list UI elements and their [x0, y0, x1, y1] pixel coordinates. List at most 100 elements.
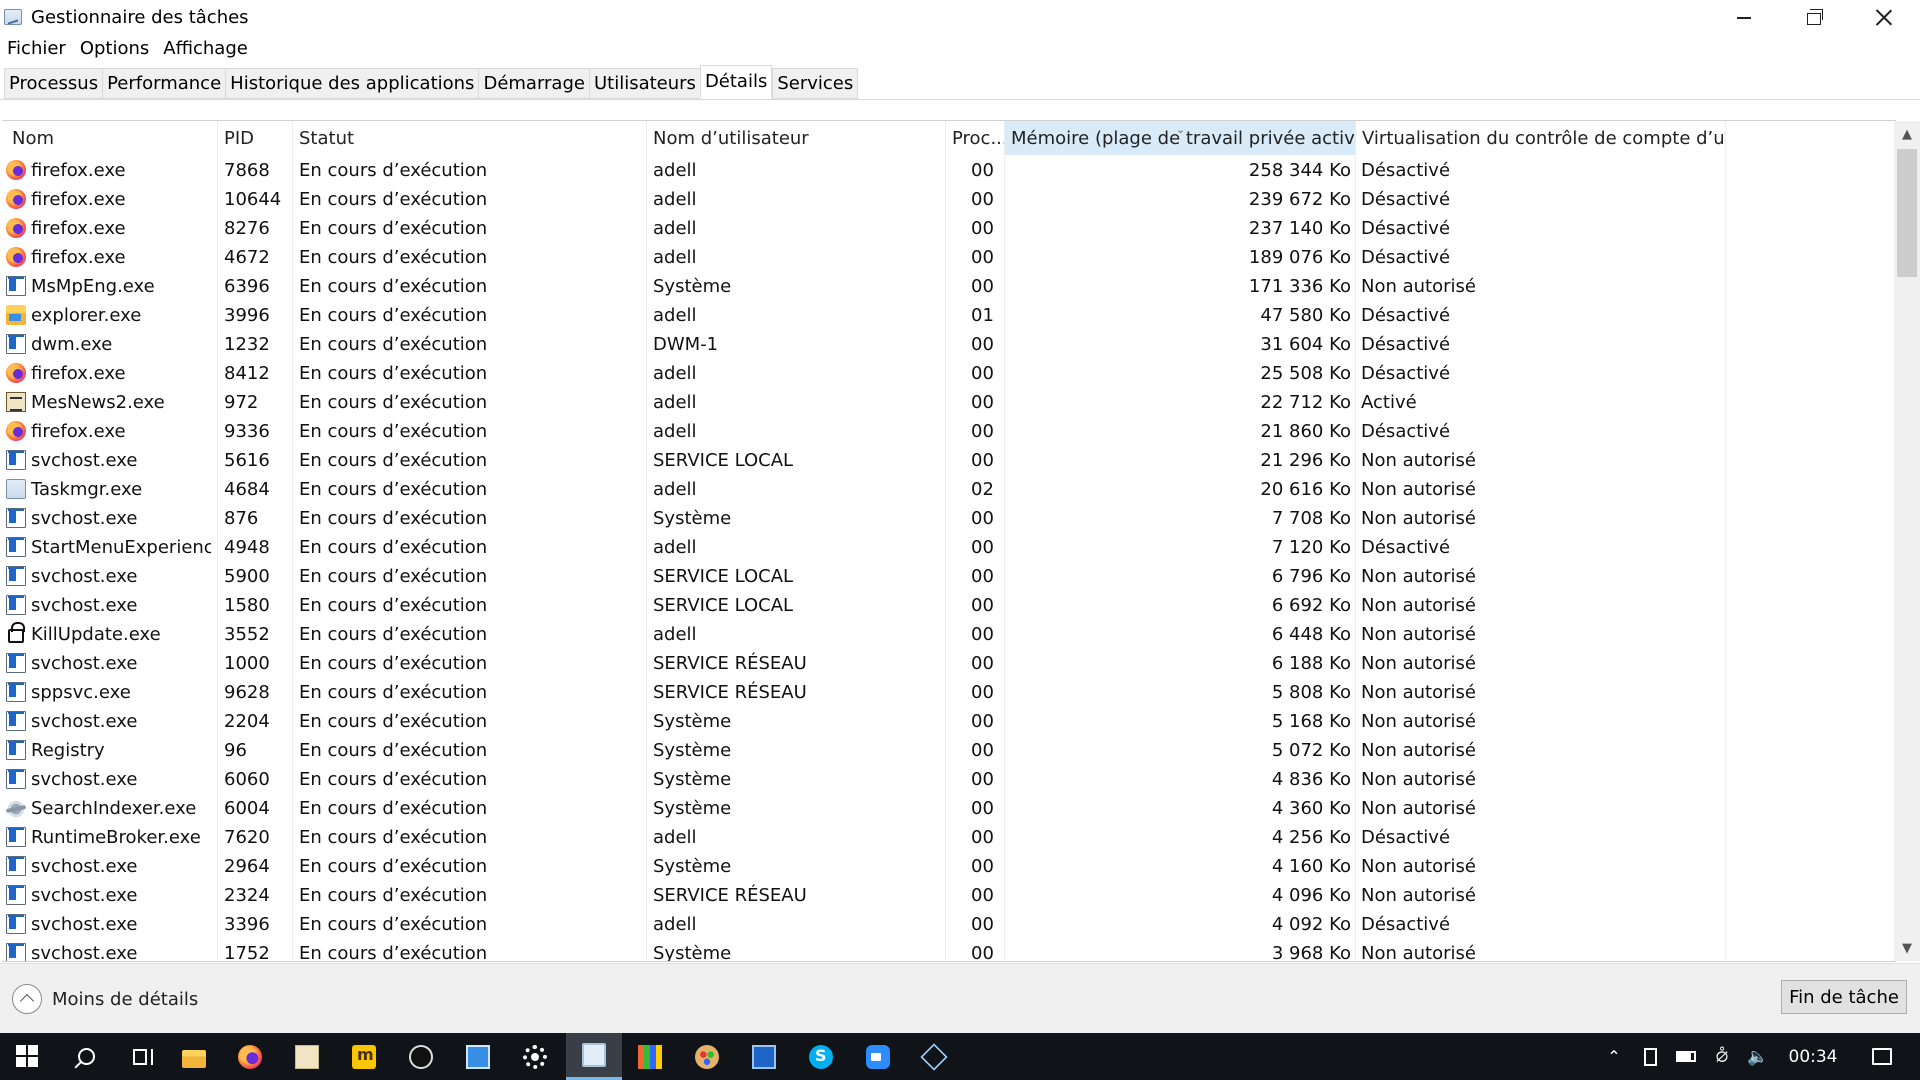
process-cpu: 00	[971, 711, 994, 732]
table-row[interactable]: RuntimeBroker.exe 7620 En cours d’exécutio…	[2, 822, 1896, 851]
table-row[interactable]: StartMenuExperience... 4948 En cours d’exé…	[2, 532, 1896, 561]
table-row[interactable]: firefox.exe 10644 En cours d’exécution adel…	[2, 184, 1896, 213]
taskbar-app-blue[interactable]	[736, 1033, 792, 1080]
taskbar-app-black[interactable]	[393, 1033, 449, 1080]
taskbar-task-manager[interactable]	[566, 1033, 622, 1080]
taskbar-mesnews[interactable]	[279, 1033, 335, 1080]
scroll-up-icon[interactable]: ▲	[1894, 121, 1920, 147]
process-user: adell	[653, 392, 697, 413]
table-row[interactable]: sppsvc.exe 9628 En cours d’exécution SERVIC…	[2, 677, 1896, 706]
process-user: Système	[653, 943, 732, 962]
taskbar-settings[interactable]	[507, 1033, 563, 1080]
process-list: firefox.exe 7868 En cours d’exécution adell…	[2, 155, 1896, 962]
close-button[interactable]	[1849, 0, 1919, 34]
end-task-button[interactable]: Fin de tâche	[1781, 980, 1907, 1014]
column-header-pid[interactable]: PID	[218, 121, 293, 155]
generic-process-icon	[6, 537, 26, 557]
table-row[interactable]: svchost.exe 2324 En cours d’exécution SERVI…	[2, 880, 1896, 909]
table-row[interactable]: svchost.exe 1000 En cours d’exécution SERVI…	[2, 648, 1896, 677]
table-row[interactable]: firefox.exe 8412 En cours d’exécution adell…	[2, 358, 1896, 387]
table-row[interactable]: svchost.exe 6060 En cours d’exécution Systè…	[2, 764, 1896, 793]
process-uac: Non autorisé	[1361, 624, 1476, 645]
taskbar-app-colorful[interactable]	[622, 1033, 678, 1080]
table-row[interactable]: svchost.exe 3396 En cours d’exécution adell…	[2, 909, 1896, 938]
process-user: adell	[653, 305, 697, 326]
table-row[interactable]: svchost.exe 1580 En cours d’exécution SERVI…	[2, 590, 1896, 619]
clock-button[interactable]: 00:34	[1776, 1033, 1850, 1080]
menu-fichier[interactable]: Fichier	[0, 36, 73, 62]
tab-processus[interactable]: Processus	[4, 68, 103, 99]
tab-services[interactable]: Services	[772, 68, 859, 99]
table-row[interactable]: MsMpEng.exe 6396 En cours d’exécution Systè…	[2, 271, 1896, 300]
taskbar-app-palette[interactable]	[679, 1033, 735, 1080]
process-cpu: 00	[971, 827, 994, 848]
less-details-button[interactable]: Moins de détails	[12, 984, 198, 1014]
process-pid: 9628	[224, 682, 270, 703]
tray-device-button[interactable]	[1632, 1033, 1668, 1080]
process-cpu: 00	[971, 798, 994, 819]
column-header-user[interactable]: Nom d’utilisateur	[647, 121, 946, 155]
vertical-scrollbar[interactable]: ▲ ▼	[1894, 121, 1920, 961]
table-row[interactable]: svchost.exe 1752 En cours d’exécution Systè…	[2, 938, 1896, 962]
generic-process-icon	[6, 827, 26, 847]
minimize-button[interactable]	[1709, 0, 1779, 34]
taskbar-firefox[interactable]	[222, 1033, 278, 1080]
table-row[interactable]: SearchIndexer.exe 6004 En cours d’exécutio…	[2, 793, 1896, 822]
tab-utilisateurs[interactable]: Utilisateurs	[588, 68, 700, 99]
menu-options[interactable]: Options	[73, 36, 156, 62]
process-name: firefox.exe	[31, 218, 126, 239]
table-row[interactable]: Taskmgr.exe 4684 En cours d’exécution adell…	[2, 474, 1896, 503]
process-name: svchost.exe	[31, 653, 138, 674]
process-cpu: 01	[971, 305, 994, 326]
table-row[interactable]: svchost.exe 876 En cours d’exécution Systèm…	[2, 503, 1896, 532]
table-row[interactable]: firefox.exe 4672 En cours d’exécution adell…	[2, 242, 1896, 271]
table-row[interactable]: dwm.exe 1232 En cours d’exécution DWM-1 00 31…	[2, 329, 1896, 358]
table-row[interactable]: KillUpdate.exe 3552 En cours d’exécution ad…	[2, 619, 1896, 648]
generic-process-icon	[6, 769, 26, 789]
volume-button[interactable]: 🔈	[1740, 1033, 1776, 1080]
taskbar-zoom[interactable]	[850, 1033, 906, 1080]
process-pid: 6396	[224, 276, 270, 297]
column-header-name[interactable]: Nom	[2, 121, 218, 155]
process-name: MesNews2.exe	[31, 392, 165, 413]
network-button[interactable]: ⦲	[1704, 1033, 1740, 1080]
task-view-button[interactable]	[112, 1033, 168, 1080]
menu-affichage[interactable]: Affichage	[156, 36, 255, 62]
process-uac: Non autorisé	[1361, 682, 1476, 703]
table-row[interactable]: explorer.exe 3996 En cours d’exécution adel…	[2, 300, 1896, 329]
process-pid: 96	[224, 740, 247, 761]
table-row[interactable]: firefox.exe 9336 En cours d’exécution adell…	[2, 416, 1896, 445]
process-uac: Désactivé	[1361, 218, 1451, 239]
restore-button[interactable]	[1779, 0, 1849, 34]
table-row[interactable]: svchost.exe 5900 En cours d’exécution SERVI…	[2, 561, 1896, 590]
table-row[interactable]: MesNews2.exe 972 En cours d’exécution adell…	[2, 387, 1896, 416]
scrollbar-thumb[interactable]	[1897, 149, 1917, 277]
table-row[interactable]: svchost.exe 2204 En cours d’exécution Systè…	[2, 706, 1896, 735]
show-hidden-icons-button[interactable]: ⌃	[1596, 1033, 1632, 1080]
table-row[interactable]: svchost.exe 5616 En cours d’exécution SERVI…	[2, 445, 1896, 474]
search-button[interactable]	[56, 1033, 112, 1080]
table-row[interactable]: svchost.exe 2964 En cours d’exécution Systè…	[2, 851, 1896, 880]
table-row[interactable]: Registry 96 En cours d’exécution Système 00 5…	[2, 735, 1896, 764]
table-row[interactable]: firefox.exe 7868 En cours d’exécution adell…	[2, 155, 1896, 184]
battery-button[interactable]	[1668, 1033, 1704, 1080]
scroll-down-icon[interactable]: ▼	[1894, 935, 1920, 961]
process-user: Système	[653, 798, 732, 819]
tab-demarrage[interactable]: Démarrage	[478, 68, 589, 99]
taskbar-skype[interactable]	[793, 1033, 849, 1080]
action-center-button[interactable]	[1862, 1033, 1902, 1080]
column-header-cpu[interactable]: Proc...	[946, 121, 1005, 155]
taskbar-app-display[interactable]	[450, 1033, 506, 1080]
table-row[interactable]: firefox.exe 8276 En cours d’exécution adell…	[2, 213, 1896, 242]
generic-process-icon	[6, 566, 26, 586]
column-header-uac[interactable]: Virtualisation du contrôle de compte d’u…	[1356, 121, 1726, 155]
process-name: Registry	[31, 740, 105, 761]
column-header-status[interactable]: Statut	[293, 121, 647, 155]
tab-details[interactable]: Détails	[699, 65, 773, 98]
taskbar-explorer[interactable]	[166, 1033, 222, 1080]
start-button[interactable]	[0, 1033, 56, 1080]
tab-historique[interactable]: Historique des applications	[225, 68, 479, 99]
tab-performance[interactable]: Performance	[102, 68, 226, 99]
taskbar-app-cube[interactable]	[906, 1033, 962, 1080]
taskbar-app-yellow[interactable]	[336, 1033, 392, 1080]
